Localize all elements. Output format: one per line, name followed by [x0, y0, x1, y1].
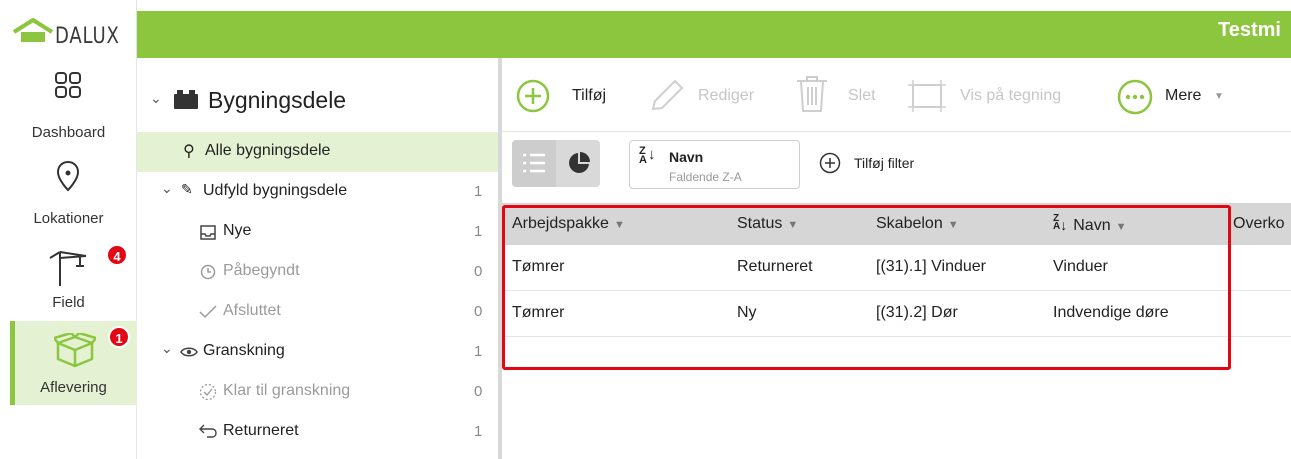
- nav-label-lokationer: Lokationer: [33, 210, 104, 227]
- location-pin-icon: [56, 160, 80, 192]
- tree-count: 0: [474, 303, 483, 320]
- tree-item-klar[interactable]: Klar til granskning 0: [137, 372, 498, 412]
- add-filter-button[interactable]: Tilføj filter: [819, 151, 959, 177]
- sort-order: Faldende Z-A: [669, 170, 742, 184]
- show-on-drawing-label: Vis på tegning: [960, 87, 1062, 104]
- list-icon: [523, 153, 545, 173]
- delete-button-label: Slet: [848, 87, 876, 104]
- sort-chip[interactable]: ZA ↓ Navn Faldende Z-A: [629, 140, 800, 189]
- pencil-icon: [651, 79, 684, 111]
- plus-circle-icon: [819, 152, 841, 174]
- add-button[interactable]: Tilføj: [516, 77, 641, 117]
- plus-circle-icon: [516, 79, 550, 113]
- column-header-overko[interactable]: Overko: [1233, 215, 1285, 233]
- tree-item-returneret[interactable]: Returneret 1: [137, 412, 498, 452]
- nav-label-field: Field: [52, 294, 85, 311]
- drawing-frame-icon: [908, 80, 946, 112]
- eye-icon: [180, 347, 198, 357]
- category-tree: ⌄ Bygningsdele ⚲ Alle bygningsdele ⌄ ✎ U…: [137, 58, 500, 459]
- tree-count: 1: [474, 223, 483, 240]
- more-button[interactable]: Mere ▼: [1117, 77, 1242, 117]
- nav-dashboard[interactable]: Dashboard: [0, 62, 137, 146]
- tree-count: 1: [474, 183, 483, 200]
- more-button-label: Mere: [1165, 87, 1202, 104]
- tree-root-label: Bygningsdele: [208, 87, 347, 113]
- chart-view-button[interactable]: [556, 140, 600, 187]
- tree-item-label: Påbegyndt: [223, 262, 300, 279]
- add-button-label: Tilføj: [572, 87, 607, 104]
- nav-lokationer[interactable]: Lokationer: [0, 150, 137, 234]
- search-icon: ⚲: [183, 143, 195, 160]
- inbox-icon: [200, 225, 216, 240]
- house-logo-icon: [12, 18, 54, 42]
- tree-count: 0: [474, 263, 483, 280]
- app-logo[interactable]: DALUX: [0, 0, 137, 58]
- tree-group-udfyld[interactable]: ⌄ ✎ Udfyld bygningsdele 1: [137, 172, 498, 212]
- column-header-label: Overko: [1233, 215, 1285, 232]
- tree-item-alle-label: Alle bygningsdele: [205, 142, 331, 159]
- dashed-check-circle-icon: [199, 383, 217, 401]
- show-on-drawing-button[interactable]: Vis på tegning: [907, 77, 1097, 117]
- tree-item-nye[interactable]: Nye 1: [137, 212, 498, 252]
- return-arrow-icon: [199, 424, 217, 438]
- list-view-button[interactable]: [512, 140, 556, 187]
- tree-item-pabegyndt[interactable]: Påbegyndt 0: [137, 252, 498, 292]
- tree-count: 0: [474, 383, 483, 400]
- nav-field[interactable]: 4 Field: [0, 238, 137, 322]
- pencil-icon: ✎: [181, 181, 193, 197]
- add-filter-label: Tilføj filter: [854, 155, 915, 171]
- field-badge: 4: [106, 244, 128, 266]
- nav-label-aflevering: Aflevering: [40, 379, 107, 396]
- nav-label-dashboard: Dashboard: [31, 124, 106, 141]
- top-bar: [137, 11, 1291, 58]
- bricks-icon: [174, 90, 198, 109]
- tree-item-label: Returneret: [223, 422, 299, 439]
- tree-item-label: Klar til granskning: [223, 382, 351, 399]
- checkmark-icon: [199, 305, 217, 319]
- tree-item-label: Afsluttet: [223, 302, 281, 319]
- tree-count: 1: [474, 343, 483, 360]
- box-icon: [54, 333, 96, 368]
- pie-chart-icon: [569, 152, 590, 173]
- more-dots-icon: [1117, 79, 1153, 115]
- tree-item-alle[interactable]: ⚲ Alle bygningsdele: [137, 132, 498, 172]
- edit-button-label: Rediger: [698, 87, 755, 104]
- logo-text: DALUX: [55, 24, 120, 49]
- trash-icon: [797, 76, 827, 112]
- tree-group-label: Granskning: [203, 342, 285, 359]
- tree-count: 1: [474, 423, 483, 440]
- highlight-box: [502, 205, 1231, 370]
- sort-desc-icon: ZA: [639, 145, 647, 166]
- sort-field: Navn: [669, 149, 704, 165]
- crane-icon: [49, 251, 87, 286]
- nav-aflevering[interactable]: 1 Aflevering: [10, 321, 137, 405]
- caret-down-icon: ▼: [1214, 91, 1224, 102]
- edit-button[interactable]: Rediger: [649, 77, 774, 117]
- chevron-down-icon: ⌄: [161, 340, 173, 356]
- tree-group-label: Udfyld bygningsdele: [203, 182, 348, 199]
- project-title[interactable]: Testmi: [1218, 19, 1281, 42]
- tree-root[interactable]: ⌄ Bygningsdele: [137, 80, 498, 120]
- delete-button[interactable]: Slet: [795, 74, 890, 114]
- chevron-down-icon: ⌄: [161, 180, 173, 196]
- clock-icon: [200, 264, 216, 280]
- tree-item-label: Nye: [223, 222, 252, 239]
- tree-item-afsluttet[interactable]: Afsluttet 0: [137, 292, 498, 332]
- dashboard-grid-icon: [55, 72, 81, 98]
- chevron-down-icon: ⌄: [150, 90, 162, 106]
- arrow-down-icon: ↓: [648, 146, 656, 163]
- tree-group-granskning[interactable]: ⌄ Granskning 1: [137, 332, 498, 372]
- aflevering-badge: 1: [108, 326, 130, 348]
- view-toggle: [512, 140, 600, 187]
